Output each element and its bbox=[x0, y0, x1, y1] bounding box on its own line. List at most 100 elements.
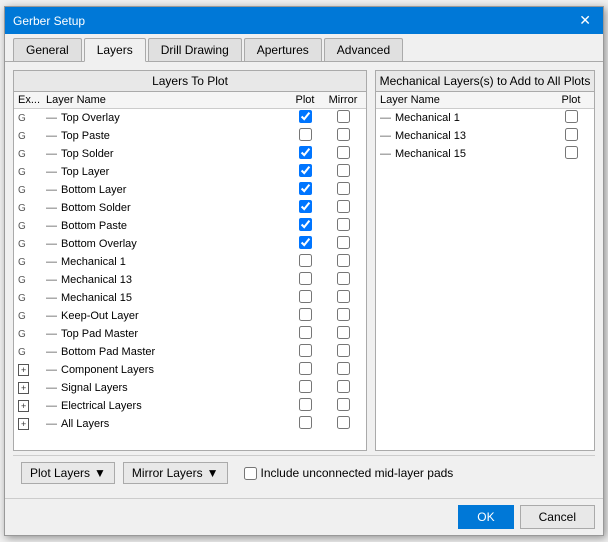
header-ex: Ex... bbox=[18, 94, 46, 106]
plot-checkbox[interactable] bbox=[299, 164, 312, 177]
plot-checkbox[interactable] bbox=[299, 254, 312, 267]
expand-icon[interactable]: + bbox=[18, 364, 29, 376]
mirror-checkbox[interactable] bbox=[337, 128, 350, 141]
plot-checkbox[interactable] bbox=[299, 362, 312, 375]
plot-checkbox[interactable] bbox=[299, 398, 312, 411]
mech-plot-checkbox[interactable] bbox=[565, 146, 578, 159]
table-row: G—Bottom Solder bbox=[14, 199, 366, 217]
header-plot: Plot bbox=[286, 94, 324, 106]
expand-icon[interactable]: + bbox=[18, 382, 29, 394]
plot-cell bbox=[286, 380, 324, 396]
plot-checkbox[interactable] bbox=[299, 236, 312, 249]
mech-plot-checkbox[interactable] bbox=[565, 110, 578, 123]
plot-checkbox[interactable] bbox=[299, 200, 312, 213]
layer-name-text: Mechanical 13 bbox=[395, 130, 466, 142]
plot-checkbox[interactable] bbox=[299, 110, 312, 123]
mirror-checkbox[interactable] bbox=[337, 164, 350, 177]
mirror-checkbox[interactable] bbox=[337, 272, 350, 285]
dash-icon: — bbox=[46, 292, 57, 304]
plot-checkbox[interactable] bbox=[299, 326, 312, 339]
layer-name-text: Electrical Layers bbox=[61, 400, 142, 412]
mirror-checkbox[interactable] bbox=[337, 290, 350, 303]
panels: Layers To Plot Ex... Layer Name Plot Mir… bbox=[13, 70, 595, 451]
table-row: G—Top Solder bbox=[14, 145, 366, 163]
dash-icon: — bbox=[46, 364, 57, 376]
plot-checkbox[interactable] bbox=[299, 182, 312, 195]
ex-cell: G bbox=[18, 257, 46, 268]
mirror-checkbox[interactable] bbox=[337, 254, 350, 267]
layer-name-cell: —Electrical Layers bbox=[46, 400, 286, 412]
tab-layers[interactable]: Layers bbox=[84, 38, 146, 62]
dash-icon: — bbox=[380, 130, 391, 142]
mirror-checkbox[interactable] bbox=[337, 236, 350, 249]
plot-layers-button[interactable]: Plot Layers ▼ bbox=[21, 462, 115, 484]
plot-checkbox[interactable] bbox=[299, 218, 312, 231]
plot-checkbox[interactable] bbox=[299, 290, 312, 303]
right-layer-list: —Mechanical 1—Mechanical 13—Mechanical 1… bbox=[376, 109, 594, 450]
mirror-checkbox[interactable] bbox=[337, 398, 350, 411]
plot-checkbox[interactable] bbox=[299, 344, 312, 357]
mirror-checkbox[interactable] bbox=[337, 218, 350, 231]
plot-checkbox[interactable] bbox=[299, 146, 312, 159]
mirror-cell bbox=[324, 128, 362, 144]
table-row: G—Bottom Paste bbox=[14, 217, 366, 235]
right-panel-title: Mechanical Layers(s) to Add to All Plots bbox=[376, 71, 594, 92]
mirror-cell bbox=[324, 164, 362, 180]
expand-icon[interactable]: + bbox=[18, 400, 29, 412]
mirror-checkbox[interactable] bbox=[337, 308, 350, 321]
ex-cell: G bbox=[18, 329, 46, 340]
layer-name-text: Signal Layers bbox=[61, 382, 128, 394]
layer-name-text: Top Solder bbox=[61, 148, 114, 160]
ex-cell: G bbox=[18, 203, 46, 214]
mirror-checkbox[interactable] bbox=[337, 326, 350, 339]
mirror-cell bbox=[324, 272, 362, 288]
plot-checkbox[interactable] bbox=[299, 416, 312, 429]
mech-plot-checkbox[interactable] bbox=[565, 128, 578, 141]
tab-drill-drawing[interactable]: Drill Drawing bbox=[148, 38, 242, 61]
cancel-button[interactable]: Cancel bbox=[520, 505, 595, 529]
layer-name-text: Mechanical 15 bbox=[61, 292, 132, 304]
plot-checkbox[interactable] bbox=[299, 128, 312, 141]
mirror-checkbox[interactable] bbox=[337, 182, 350, 195]
plot-checkbox[interactable] bbox=[299, 380, 312, 393]
dialog: Gerber Setup ✕ General Layers Drill Draw… bbox=[4, 6, 604, 536]
mirror-checkbox[interactable] bbox=[337, 362, 350, 375]
layer-name-text: Mechanical 1 bbox=[395, 112, 460, 124]
mirror-checkbox[interactable] bbox=[337, 416, 350, 429]
ex-cell: G bbox=[18, 131, 46, 142]
mirror-checkbox[interactable] bbox=[337, 200, 350, 213]
tab-general[interactable]: General bbox=[13, 38, 82, 61]
mirror-checkbox[interactable] bbox=[337, 146, 350, 159]
mirror-checkbox[interactable] bbox=[337, 110, 350, 123]
layer-name-text: Bottom Layer bbox=[61, 184, 126, 196]
layer-name-text: Top Layer bbox=[61, 166, 109, 178]
layer-name-text: Bottom Overlay bbox=[61, 238, 137, 250]
mirror-checkbox[interactable] bbox=[337, 344, 350, 357]
plot-checkbox[interactable] bbox=[299, 308, 312, 321]
include-unconnected-label[interactable]: Include unconnected mid-layer pads bbox=[244, 466, 454, 480]
tab-advanced[interactable]: Advanced bbox=[324, 38, 403, 61]
content-area: Layers To Plot Ex... Layer Name Plot Mir… bbox=[5, 62, 603, 498]
plot-checkbox[interactable] bbox=[299, 272, 312, 285]
dash-icon: — bbox=[46, 256, 57, 268]
mirror-layers-button[interactable]: Mirror Layers ▼ bbox=[123, 462, 228, 484]
plot-cell bbox=[286, 218, 324, 234]
tab-apertures[interactable]: Apertures bbox=[244, 38, 322, 61]
mirror-cell bbox=[324, 110, 362, 126]
ex-cell: G bbox=[18, 167, 46, 178]
layer-name-text: Component Layers bbox=[61, 364, 154, 376]
ok-button[interactable]: OK bbox=[458, 505, 513, 529]
left-panel-title: Layers To Plot bbox=[14, 71, 366, 92]
mirror-cell bbox=[324, 308, 362, 324]
table-row: G—Top Overlay bbox=[14, 109, 366, 127]
close-button[interactable]: ✕ bbox=[575, 12, 595, 29]
include-unconnected-checkbox[interactable] bbox=[244, 467, 257, 480]
expand-icon[interactable]: + bbox=[18, 418, 29, 430]
ex-cell: G bbox=[18, 311, 46, 322]
layer-name-cell: —Top Overlay bbox=[46, 112, 286, 124]
plot-cell bbox=[286, 416, 324, 432]
plot-cell bbox=[286, 290, 324, 306]
mirror-layers-label: Mirror Layers bbox=[132, 466, 203, 480]
mirror-checkbox[interactable] bbox=[337, 380, 350, 393]
plot-cell bbox=[286, 362, 324, 378]
